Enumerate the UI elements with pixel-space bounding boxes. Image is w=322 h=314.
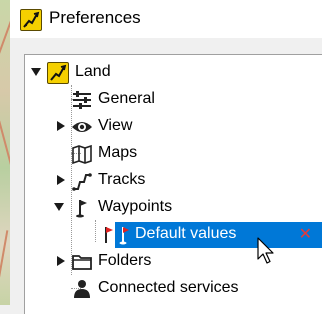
sliders-icon <box>71 89 93 111</box>
background-map-strip <box>0 0 10 305</box>
preferences-tree[interactable]: Land General View Maps Tracks Waypoints … <box>24 54 322 314</box>
waypoint-flag-icon <box>113 224 135 246</box>
user-icon <box>71 278 93 300</box>
eye-icon <box>71 116 93 138</box>
tree-item-label: Land <box>75 63 111 80</box>
waypoint-bullet-icon <box>94 224 116 246</box>
tree-item-connected-services[interactable]: Connected services <box>25 276 322 302</box>
tree-item-general[interactable]: General <box>25 87 322 113</box>
track-icon <box>71 170 93 192</box>
tree-item-label: Default values <box>135 225 237 242</box>
tree-item-label: Waypoints <box>98 198 173 215</box>
expand-toggle-folders[interactable] <box>57 256 65 266</box>
tree-item-label: General <box>98 90 155 107</box>
tree-item-label: Tracks <box>98 171 146 188</box>
tree-item-maps[interactable]: Maps <box>25 141 322 167</box>
tree-item-label: View <box>98 117 133 134</box>
expand-toggle-waypoints[interactable] <box>54 203 64 211</box>
tree-item-folders[interactable]: Folders <box>25 249 322 275</box>
expand-toggle-tracks[interactable] <box>57 175 65 185</box>
tree-item-tracks[interactable]: Tracks <box>25 168 322 194</box>
expand-toggle-view[interactable] <box>57 121 65 131</box>
tree-item-waypoints[interactable]: Waypoints <box>25 195 322 221</box>
tree-item-label: Maps <box>98 144 138 161</box>
mouse-pointer-icon <box>257 237 277 265</box>
map-icon <box>71 143 93 165</box>
expand-toggle-land[interactable] <box>31 68 41 76</box>
flag-icon <box>71 197 93 219</box>
app-logo-icon <box>20 9 42 31</box>
tree-item-label: Folders <box>98 252 152 269</box>
window-titlebar[interactable]: Preferences <box>10 0 322 38</box>
tree-item-label: Connected services <box>98 279 239 296</box>
delete-icon[interactable]: ✕ <box>299 224 312 243</box>
tree-item-view[interactable]: View <box>25 114 322 140</box>
tree-item-land[interactable]: Land <box>25 60 322 86</box>
folder-icon <box>71 251 93 273</box>
land-icon <box>47 62 69 84</box>
tree-item-default-values[interactable]: Default values ✕ <box>115 222 322 248</box>
window-title: Preferences <box>49 8 141 27</box>
